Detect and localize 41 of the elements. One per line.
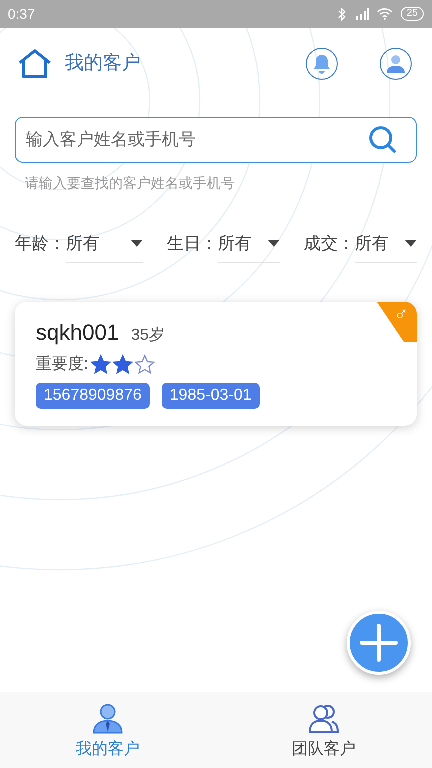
filter-dropdown[interactable]: 所有 — [355, 225, 417, 263]
page-title: 我的客户 — [65, 52, 141, 76]
filter-label: 年龄： — [15, 233, 66, 256]
search-icon[interactable] — [368, 125, 398, 155]
gender-symbol: ♂ — [394, 305, 409, 325]
person-icon — [93, 704, 123, 734]
search-hint: 请输入要查找的客户姓名或手机号 — [25, 174, 236, 193]
dropdown-caret-icon — [405, 240, 417, 247]
gender-corner-badge — [377, 302, 417, 342]
star-icon — [112, 354, 134, 376]
info-tag: 1985-03-01 — [162, 383, 260, 409]
filter-label: 生日： — [167, 233, 218, 256]
dropdown-caret-icon — [131, 240, 143, 247]
add-button[interactable] — [347, 611, 411, 675]
signal-icon — [354, 8, 369, 20]
filter-dropdown[interactable]: 所有 — [66, 225, 143, 263]
battery-indicator: 25 — [400, 7, 424, 21]
profile-button[interactable] — [380, 48, 412, 80]
notification-button[interactable] — [306, 48, 338, 80]
star-icon — [134, 354, 156, 376]
nav-tab[interactable]: 团队客户 — [216, 692, 432, 768]
filter-label: 成交： — [304, 233, 355, 256]
bell-icon — [313, 54, 331, 74]
home-icon[interactable] — [17, 48, 53, 80]
wifi-icon — [376, 8, 393, 20]
plus-icon — [359, 623, 399, 663]
star-icon — [90, 354, 112, 376]
importance-label: 重要度: — [36, 354, 88, 375]
status-time: 0:37 — [8, 4, 36, 24]
people-icon — [308, 704, 340, 734]
customer-age: 35岁 — [131, 326, 165, 346]
person-icon — [386, 54, 406, 74]
search-bar[interactable]: 输入客户姓名或手机号 — [15, 117, 417, 163]
search-field[interactable]: 输入客户姓名或手机号 — [26, 127, 368, 153]
customer-card[interactable]: ♂ sqkh001 35岁 重要度: 15678909876 1985-03-01 — [15, 302, 417, 426]
info-tag: 15678909876 — [36, 383, 150, 409]
bluetooth-icon — [338, 8, 347, 20]
filter-dropdown[interactable]: 所有 — [218, 225, 280, 263]
nav-tab[interactable]: 我的客户 — [0, 692, 216, 768]
dropdown-caret-icon — [268, 240, 280, 247]
customer-name: sqkh001 — [36, 319, 120, 347]
